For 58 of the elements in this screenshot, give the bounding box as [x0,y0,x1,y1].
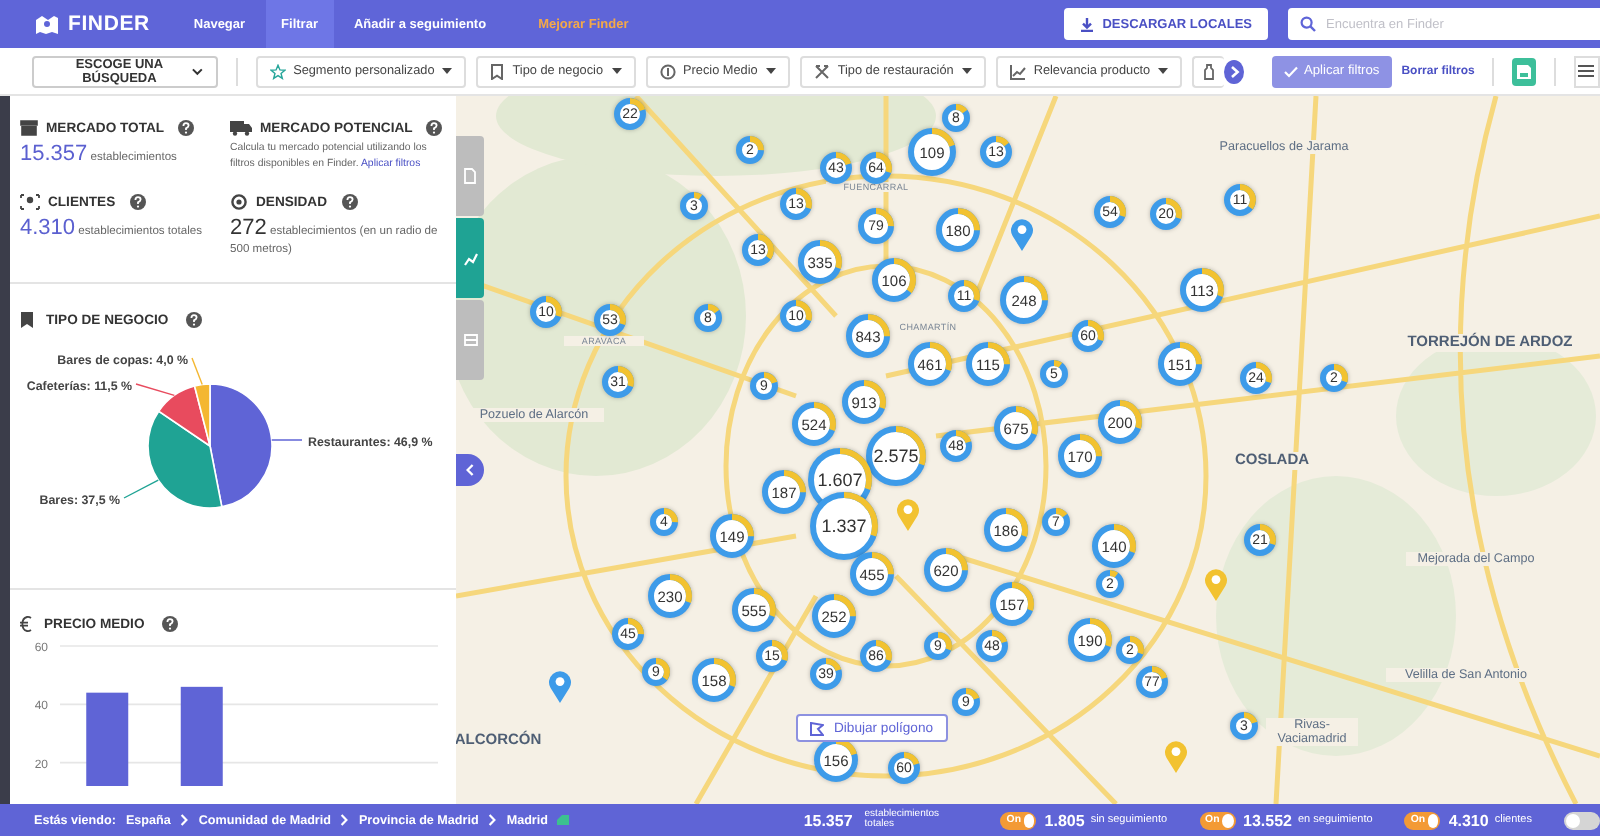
collapse-button[interactable] [456,454,484,486]
toggle-switch[interactable] [1564,811,1600,829]
stats-icon [463,251,477,265]
users-icon [20,194,40,211]
chevron-right-icon [340,814,349,826]
help-icon[interactable] [341,194,357,211]
cutlery-icon [813,63,830,79]
leader-line [123,479,159,499]
bottle-icon [1204,63,1215,79]
table-icon [463,334,477,346]
check-icon [1283,65,1298,77]
count-value: 13.552 [1243,811,1292,829]
view-button[interactable] [1573,55,1600,87]
density-icon [230,194,248,211]
help-icon[interactable] [162,616,179,632]
caret-icon [611,68,622,74]
chevron-right-icon [488,814,497,826]
leader-line [271,439,303,441]
help-icon[interactable] [426,120,443,136]
help-icon[interactable] [129,194,146,211]
bar [86,692,129,786]
logo-text: FINDER [68,12,150,36]
help-icon[interactable] [178,120,195,136]
bar [180,686,223,786]
coin-icon [659,63,676,79]
leader-line [135,383,175,396]
leader-line [191,357,203,386]
search-icon [1300,16,1316,32]
filter-dropdown[interactable] [1192,55,1225,87]
caret-icon [765,68,776,74]
map-pin[interactable] [1010,218,1034,252]
caret-icon [442,68,453,74]
map-pin[interactable] [548,670,572,704]
caret-icon [192,67,204,75]
chevron-right-icon [1229,65,1240,77]
count-value: 4.310 [1448,811,1489,829]
euro-icon [20,616,32,632]
star-icon [269,63,286,79]
logo-icon [34,13,60,35]
help-icon[interactable] [186,312,203,328]
polygon-icon [810,721,824,735]
map[interactable] [456,96,1600,804]
document-icon [464,168,476,184]
truck-icon [230,120,252,136]
scroll-right-button[interactable] [1224,59,1244,83]
bookmark-icon [490,63,505,79]
floppy-icon [1515,63,1532,79]
list-icon [1578,64,1595,78]
chevron-left-icon [466,464,474,476]
chart-icon [1009,63,1026,79]
caret-icon [1158,68,1169,74]
bookmark-icon [20,312,34,328]
chevron-right-icon [180,814,189,826]
store-icon [20,120,38,136]
count-value: 1.805 [1044,811,1085,829]
download-icon [1080,17,1095,31]
total-value: 15.357 [803,811,853,829]
caret-icon [961,68,972,74]
